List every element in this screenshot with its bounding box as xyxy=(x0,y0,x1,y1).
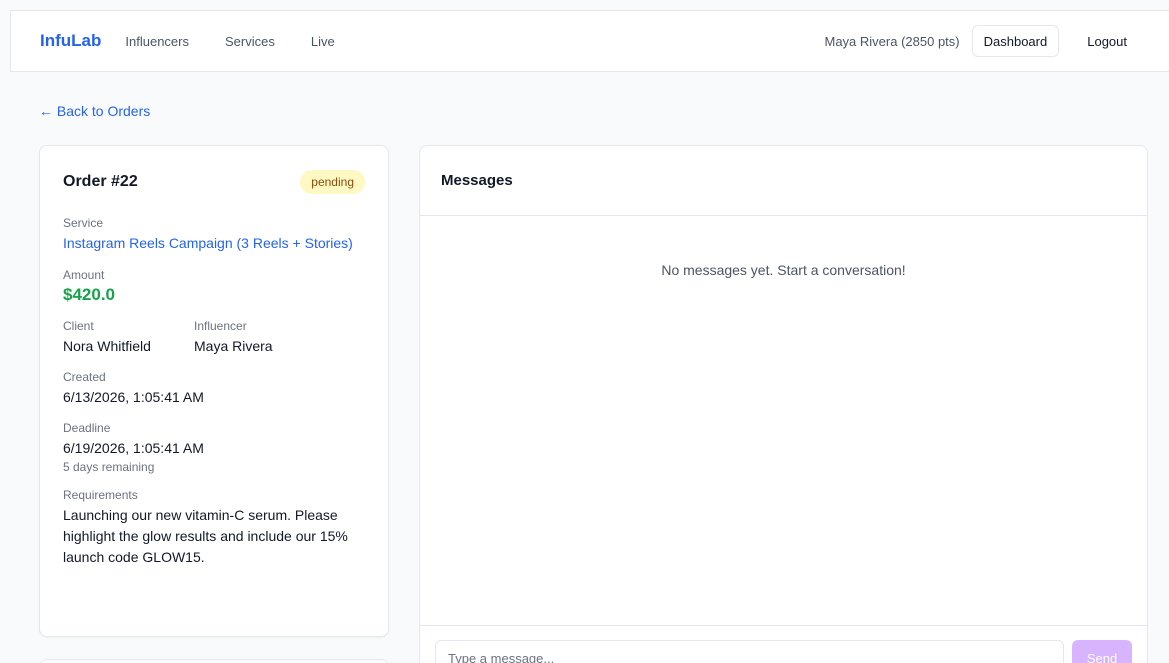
order-details-card: Order #22 pending Service Instagram Reel… xyxy=(39,145,389,637)
top-navbar: InfuLab Influencers Services Live Maya R… xyxy=(10,10,1169,72)
amount-label: Amount xyxy=(63,268,105,282)
amount-field: Amount $420.0 xyxy=(63,268,365,305)
messages-header: Messages xyxy=(420,146,1147,216)
nav-link-services[interactable]: Services xyxy=(225,34,275,49)
created-value: 6/13/2026, 1:05:41 AM xyxy=(63,389,204,405)
secondary-card xyxy=(39,659,389,663)
client-value: Nora Whitfield xyxy=(63,338,151,354)
amount-value: $420.0 xyxy=(63,285,115,304)
nav-link-live[interactable]: Live xyxy=(311,34,335,49)
client-label: Client xyxy=(63,319,94,333)
order-title: Order #22 xyxy=(63,173,138,190)
nav-link-influencers[interactable]: Influencers xyxy=(125,34,189,49)
requirements-field: Requirements Launching our new vitamin-C… xyxy=(63,488,365,568)
deadline-remaining: 5 days remaining xyxy=(63,460,155,474)
empty-state-text: No messages yet. Start a conversation! xyxy=(661,262,906,278)
client-field: Client Nora Whitfield xyxy=(63,319,194,356)
influencer-label: Influencer xyxy=(194,319,247,333)
service-link[interactable]: Instagram Reels Campaign (3 Reels + Stor… xyxy=(63,233,365,254)
message-input[interactable] xyxy=(435,640,1064,663)
created-field: Created 6/13/2026, 1:05:41 AM xyxy=(63,370,365,407)
messages-panel: Messages No messages yet. Start a conver… xyxy=(419,145,1148,663)
send-button[interactable]: Send xyxy=(1072,640,1132,663)
order-header: Order #22 pending xyxy=(63,170,365,194)
messages-list[interactable]: No messages yet. Start a conversation! xyxy=(420,216,1147,625)
deadline-value: 6/19/2026, 1:05:41 AM xyxy=(63,440,204,456)
participants-row: Client Nora Whitfield Influencer Maya Ri… xyxy=(63,319,365,356)
status-badge: pending xyxy=(300,170,365,194)
brand-logo[interactable]: InfuLab xyxy=(40,31,101,51)
created-label: Created xyxy=(63,370,106,384)
deadline-field: Deadline 6/19/2026, 1:05:41 AM 5 days re… xyxy=(63,421,365,474)
deadline-label: Deadline xyxy=(63,421,111,435)
messages-title: Messages xyxy=(441,172,513,189)
influencer-value: Maya Rivera xyxy=(194,338,273,354)
message-composer: Send xyxy=(420,625,1147,663)
influencer-field: Influencer Maya Rivera xyxy=(194,319,273,356)
requirements-value: Launching our new vitamin-C serum. Pleas… xyxy=(63,507,348,565)
user-points: Maya Rivera (2850 pts) xyxy=(824,33,960,49)
dashboard-button[interactable]: Dashboard xyxy=(971,25,1060,57)
back-to-orders-link[interactable]: ← Back to Orders xyxy=(39,103,150,119)
logout-button[interactable]: Logout xyxy=(1075,25,1139,57)
requirements-label: Requirements xyxy=(63,488,138,502)
service-field: Service Instagram Reels Campaign (3 Reel… xyxy=(63,216,365,254)
service-label: Service xyxy=(63,216,104,230)
